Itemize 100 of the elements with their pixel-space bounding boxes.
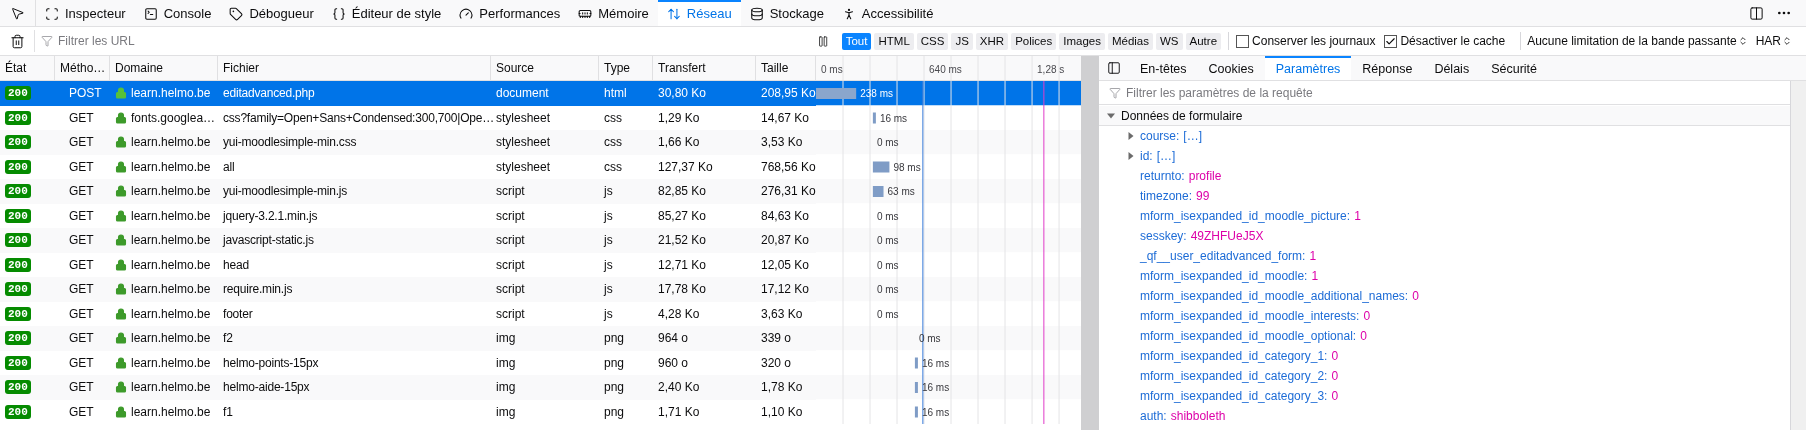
devtools-tab[interactable]: Inspecteur: [36, 0, 135, 26]
details-tab[interactable]: Paramètres: [1264, 56, 1352, 80]
har-menu-button[interactable]: HAR: [1755, 32, 1792, 50]
column-header[interactable]: Métho…: [55, 56, 110, 80]
type-filter-button[interactable]: Autre: [1185, 32, 1222, 50]
table-cell-text: GET: [69, 403, 94, 421]
devtools-tab[interactable]: Éditeur de style: [322, 0, 451, 26]
section-header[interactable]: Données de formulaire: [1099, 106, 1790, 126]
params-filter-field[interactable]: Filtrer les paramètres de la requête: [1126, 83, 1780, 102]
tag-icon: [229, 7, 244, 21]
column-header[interactable]: Fichier: [218, 56, 491, 80]
devtools-tab[interactable]: Débogueur: [220, 0, 323, 26]
checkbox[interactable]: [1236, 34, 1250, 48]
table-cell-text: png: [604, 379, 625, 397]
section-title: Données de formulaire: [1121, 107, 1243, 125]
table-cell-text: 85,27 Ko: [658, 207, 707, 225]
status-badge: 200: [5, 135, 31, 150]
param-value: 0: [1412, 288, 1419, 305]
table-cell-text: fonts.googlea…: [131, 109, 216, 127]
table-cell-text: 1,71 Ko: [658, 403, 700, 421]
checkbox[interactable]: [1384, 34, 1398, 48]
table-cell-text: 3,63 Ko: [761, 305, 803, 323]
request-row[interactable]: 200 GET learn.helmo.be helmo-aide-15px img png 2,40 Ko 1,78 Ko: [0, 375, 816, 400]
table-cell-text: GET: [69, 109, 94, 127]
lock-icon: [115, 209, 127, 222]
scrollbar[interactable]: [1790, 81, 1806, 430]
param-key: mform_isexpanded_id_moodle_interests:: [1140, 307, 1360, 325]
type-filter-button[interactable]: Images: [1059, 32, 1105, 50]
table-cell-text: 276,31 Ko: [761, 183, 816, 201]
table-cell-text: GET: [69, 379, 94, 397]
scrollbar[interactable]: [1081, 56, 1099, 430]
devtools-tab[interactable]: Performances: [450, 0, 570, 26]
expand-triangle-icon[interactable]: [1127, 132, 1135, 140]
type-filter-button[interactable]: Polices: [1011, 32, 1057, 50]
type-filter-button[interactable]: WS: [1156, 32, 1183, 50]
disclosure-triangle-icon[interactable]: [1107, 111, 1115, 120]
request-row[interactable]: 200 GET learn.helmo.be yui-moodlesimple-min.js script js 82,85 Ko 276,31 Ko: [0, 179, 816, 204]
table-cell-text: 12,71 Ko: [658, 256, 707, 274]
memory-chip-icon: [578, 7, 593, 21]
timing-label: 0 ms: [918, 333, 941, 344]
table-cell-text: learn.helmo.be: [131, 330, 211, 348]
table-cell-text: 320 o: [761, 354, 792, 372]
devtools-tab[interactable]: Stockage: [740, 0, 833, 26]
details-tab[interactable]: Délais: [1423, 56, 1481, 80]
expand-triangle-icon[interactable]: [1127, 152, 1135, 160]
type-filter-button[interactable]: Médias: [1107, 32, 1153, 50]
type-filter-button[interactable]: JS: [951, 32, 973, 50]
table-cell-text: js: [604, 232, 613, 250]
type-filter-button[interactable]: HTML: [874, 32, 914, 50]
table-cell-text: GET: [69, 232, 94, 250]
column-header[interactable]: Source: [491, 56, 599, 80]
table-cell-text: png: [604, 330, 625, 348]
status-badge: 200: [5, 404, 31, 419]
table-cell-text: GET: [69, 134, 94, 152]
details-tab[interactable]: En-têtes: [1129, 56, 1198, 80]
param-key: timezone:: [1140, 187, 1193, 205]
table-cell-text: editadvanced.php: [223, 85, 315, 103]
request-row[interactable]: 200 GET learn.helmo.be require.min.js script js 17,78 Ko 17,12 Ko: [0, 277, 816, 302]
devtools-tab[interactable]: Réseau: [657, 0, 741, 26]
type-filter-button[interactable]: XHR: [975, 32, 1009, 50]
url-filter-field[interactable]: Filtrer les URL: [58, 32, 804, 50]
details-tab[interactable]: Réponse: [1351, 56, 1424, 80]
table-cell-text: yui-moodlesimple-min.css: [223, 134, 357, 152]
timing-label: 238 ms: [860, 88, 893, 99]
devtools-tab[interactable]: Mémoire: [569, 0, 658, 26]
request-row[interactable]: 200 GET learn.helmo.be yui-moodlesimple-min.css stylesheet css 1,66 Ko 3,53 Ko: [0, 130, 816, 155]
column-header[interactable]: Domaine: [110, 56, 218, 80]
table-cell-text: GET: [69, 305, 94, 323]
request-row[interactable]: 200 POST learn.helmo.be editadvanced.php document html 30,80 Ko 208,95 Ko: [0, 81, 816, 106]
column-header[interactable]: Type: [599, 56, 653, 80]
gauge-icon: [459, 7, 474, 21]
throttling-select[interactable]: Aucune limitation de la bande passante: [1527, 32, 1748, 50]
status-badge: 200: [5, 306, 31, 321]
devtools-tab[interactable]: Console: [134, 0, 221, 26]
panel-toggle-icon[interactable]: [1107, 61, 1121, 75]
dock-icon[interactable]: [1749, 5, 1764, 21]
request-row[interactable]: 200 GET learn.helmo.be f2 img png 964 o 339 o: [0, 326, 816, 351]
type-filter-button[interactable]: Tout: [841, 32, 872, 50]
pause-icon[interactable]: [817, 34, 830, 48]
trash-icon[interactable]: [9, 33, 25, 49]
param-value: shibboleth: [1170, 408, 1226, 425]
table-cell-text: helmo-aide-15px: [223, 379, 310, 397]
table-cell-text: png: [604, 354, 625, 372]
type-filter-button[interactable]: CSS: [916, 32, 949, 50]
table-cell-text: 12,05 Ko: [761, 256, 810, 274]
param-value: 0: [1331, 388, 1339, 405]
request-row[interactable]: 200 GET learn.helmo.be javascript-static.js script js 21,52 Ko 20,87 Ko: [0, 228, 816, 253]
column-header[interactable]: État: [0, 56, 55, 80]
checkbox-label: Conserver les journaux: [1252, 33, 1376, 50]
column-header[interactable]: Transfert: [653, 56, 756, 80]
devtools-tab[interactable]: Accessibilité: [832, 0, 943, 26]
up-down-arrows-icon: [666, 7, 681, 21]
details-tab[interactable]: Cookies: [1197, 56, 1265, 80]
lock-icon: [115, 405, 127, 418]
table-cell-text: 1,29 Ko: [658, 109, 700, 127]
element-picker-icon[interactable]: [10, 5, 25, 21]
details-tab[interactable]: Sécurité: [1480, 56, 1548, 80]
table-cell-text: img: [496, 379, 516, 397]
table-cell-text: f2: [223, 330, 233, 348]
table-cell-text: all: [223, 158, 235, 176]
